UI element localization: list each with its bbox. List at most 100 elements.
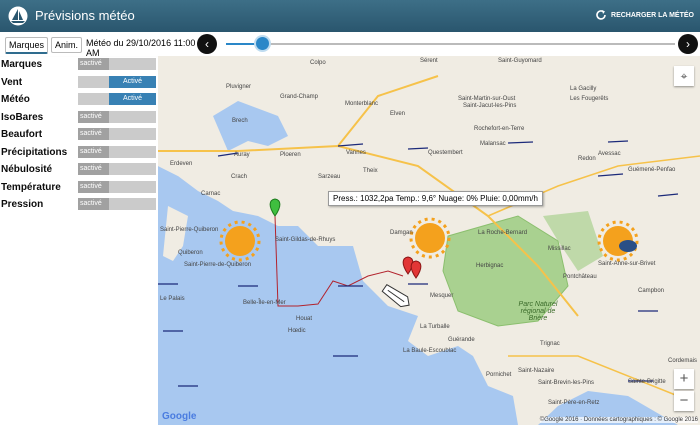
start-pin-icon[interactable] (269, 198, 281, 217)
layer-row: Beaufort sactivé (0, 126, 158, 143)
layer-row: Pression sactivé (0, 196, 158, 213)
place-label: Guémené-Penfao (628, 167, 676, 173)
sun-cloud-icon (597, 220, 639, 262)
chevron-right-icon: › (686, 37, 690, 51)
chevron-left-icon: ‹ (205, 37, 209, 51)
google-logo: Google (162, 411, 197, 422)
layer-label: Pression (1, 199, 44, 210)
tab-markers[interactable]: Marques (5, 37, 49, 54)
next-time-button[interactable]: › (678, 34, 698, 54)
place-label: Colpo (310, 60, 326, 66)
place-label: Auray (234, 152, 250, 158)
layer-toggle[interactable]: sactivé (78, 180, 156, 193)
plus-icon: + (679, 370, 689, 387)
place-label: Saint-Gildas-de-Rhuys (275, 237, 336, 243)
place-label: Saint-Pierre-Quiberon (160, 227, 219, 233)
map-copyright[interactable]: ©Google 2016 · Données cartographiques :… (539, 417, 698, 423)
place-label: Hœdic (288, 328, 306, 334)
layer-row: Température sactivé (0, 179, 158, 196)
layer-label: Marques (1, 59, 43, 70)
layer-toggle[interactable]: sactivé (78, 58, 156, 70)
timeline-slider[interactable] (226, 37, 675, 50)
place-label: Saint-Brevin-les-Pins (538, 380, 595, 386)
place-label: Les Fougerêts (570, 96, 609, 102)
zoom-in-button[interactable]: + (674, 369, 694, 389)
layer-toggle[interactable]: sactivé (78, 163, 156, 175)
layer-label: Température (1, 181, 61, 193)
toggle-off-label: sactivé (78, 110, 109, 123)
layer-toggle[interactable]: sactivé (78, 198, 156, 210)
place-label: Sarzeau (318, 174, 341, 180)
place-label: La Baule-Escoublac (403, 348, 457, 354)
timeline-toolbar: Marques Anim. Météo du 29/10/2016 11:00 … (0, 32, 700, 57)
toggle-on-label: Activé (109, 75, 156, 88)
place-label: La Turballe (420, 324, 450, 330)
layer-row: Météo Activé (0, 91, 158, 108)
layer-label: Vent (1, 76, 23, 88)
layer-row: Vent Activé (0, 74, 158, 91)
layer-toggle[interactable]: sactivé (78, 145, 156, 158)
place-label: Mesquer (430, 293, 454, 299)
place-label: La Gacilly (570, 86, 597, 92)
place-label: Pontchâteau (563, 274, 597, 280)
layer-row: Marques sactivé (0, 56, 158, 73)
place-label: Grand-Champ (280, 94, 319, 100)
place-label: Saint-Père-en-Retz (548, 400, 600, 406)
place-label: Saint-Guyomard (498, 58, 542, 64)
zoom-out-button[interactable]: − (674, 391, 694, 411)
layer-toggle[interactable]: Activé (78, 93, 156, 105)
reload-weather-button[interactable]: RECHARGER LA MÉTÉO (595, 9, 694, 21)
layer-label: Nébulosité (1, 164, 53, 175)
reload-weather-label: RECHARGER LA MÉTÉO (611, 11, 694, 19)
app-title: Prévisions météo (35, 8, 135, 23)
place-label: Monterblanc (345, 101, 379, 107)
weather-tooltip: Press.: 1032,2pa Temp.: 9,6° Nuage: 0% P… (328, 191, 543, 206)
toggle-off-label: sactivé (78, 58, 109, 70)
map-canvas (158, 56, 700, 425)
place-label: Avessac (598, 151, 621, 157)
place-label: Vannes (346, 150, 366, 156)
place-label: Campbon (638, 288, 665, 294)
refresh-icon (596, 10, 606, 20)
place-label: Cordemais (668, 358, 698, 364)
map-view[interactable]: Colpo Sérent Saint-Guyomard La Gacilly Pluvi… (158, 56, 700, 425)
place-label: Crach (231, 174, 248, 180)
place-label: Brech (232, 118, 248, 124)
place-label: Rochefort-en-Terre (474, 126, 525, 132)
place-label: Redon (578, 156, 596, 162)
forecast-date: Météo du 29/10/2016 11:00 AM (86, 38, 196, 56)
layer-label: Précipitations (1, 146, 68, 158)
sun-icon (409, 217, 451, 259)
place-label: Missillac (548, 246, 571, 252)
layer-toggle[interactable]: Activé (78, 75, 156, 88)
layer-toggle[interactable]: sactivé (78, 128, 156, 140)
sailboat-app-icon (8, 6, 28, 26)
layer-row: IsoBares sactivé (0, 109, 158, 126)
toggle-on-label: Activé (109, 93, 156, 105)
layer-row: Précipitations sactivé (0, 144, 158, 161)
timeline-slider-thumb[interactable] (255, 37, 269, 50)
place-label: Questembert (428, 150, 463, 156)
place-label: Saint-Anne-sur-Brivet (598, 261, 656, 267)
layer-label: Beaufort (1, 129, 43, 140)
place-label: Saint-Jacut-les-Pins (463, 103, 517, 109)
place-label: Guérande (448, 337, 475, 343)
toggle-off-label: sactivé (78, 128, 109, 140)
layer-toggle[interactable]: sactivé (78, 110, 156, 123)
toggle-off-label: sactivé (78, 163, 109, 175)
waypoint-pin-icon[interactable] (410, 260, 422, 279)
minus-icon: − (679, 392, 689, 409)
place-label: Erdeven (170, 161, 193, 167)
layer-row: Nébulosité sactivé (0, 161, 158, 178)
place-label: Malansac (480, 141, 506, 147)
tab-anim[interactable]: Anim. (51, 37, 83, 53)
place-label: Quiberon (178, 250, 203, 256)
place-label: Houat (296, 316, 313, 322)
place-label: Saint-Nazaire (518, 368, 555, 374)
my-location-button[interactable]: ⌖ (674, 66, 694, 86)
place-label: Pornichet (486, 372, 512, 378)
layer-label: Météo (1, 94, 30, 105)
layer-label: IsoBares (1, 111, 44, 123)
prev-time-button[interactable]: ‹ (197, 34, 217, 54)
park-label: Parc Naturel régional de Brière (518, 301, 558, 322)
